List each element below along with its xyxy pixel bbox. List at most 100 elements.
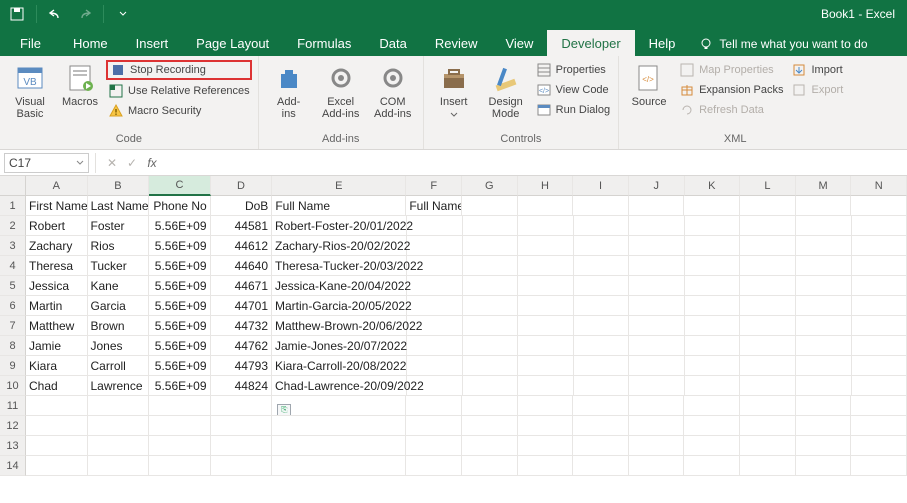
- cell[interactable]: [740, 376, 796, 396]
- cell[interactable]: [685, 336, 741, 356]
- cell[interactable]: 5.56E+09: [149, 256, 211, 276]
- redo-icon[interactable]: [73, 3, 95, 25]
- cell[interactable]: [685, 376, 741, 396]
- cell[interactable]: 5.56E+09: [149, 276, 211, 296]
- cell[interactable]: [407, 216, 463, 236]
- undo-icon[interactable]: [45, 3, 67, 25]
- cell[interactable]: [462, 196, 518, 216]
- row-header[interactable]: 13: [0, 436, 26, 456]
- cell[interactable]: 44640: [211, 256, 273, 276]
- tab-review[interactable]: Review: [421, 30, 492, 56]
- cell[interactable]: [796, 276, 852, 296]
- cell[interactable]: [629, 456, 685, 476]
- worksheet-grid[interactable]: 1234567891011121314 ABCDEFGHIJKLMN First…: [0, 176, 907, 476]
- cell[interactable]: Kiara: [26, 356, 88, 376]
- cell[interactable]: [629, 276, 685, 296]
- cell[interactable]: Jamie-Jones-20/07/2022: [272, 336, 407, 356]
- cell[interactable]: [796, 296, 852, 316]
- cell[interactable]: [518, 296, 574, 316]
- cell[interactable]: Theresa-Tucker-20/03/2022: [272, 256, 407, 276]
- cell[interactable]: [407, 316, 463, 336]
- cell[interactable]: [685, 356, 741, 376]
- cell[interactable]: [740, 236, 796, 256]
- column-header[interactable]: K: [685, 176, 741, 196]
- cell[interactable]: [518, 456, 574, 476]
- row-header[interactable]: 8: [0, 336, 26, 356]
- cell[interactable]: [796, 436, 852, 456]
- column-header[interactable]: J: [629, 176, 685, 196]
- use-relative-refs-button[interactable]: Use Relative References: [106, 82, 252, 100]
- cell[interactable]: [574, 256, 630, 276]
- cell[interactable]: [26, 456, 88, 476]
- tab-data[interactable]: Data: [365, 30, 420, 56]
- cell[interactable]: Carroll: [88, 356, 150, 376]
- cell[interactable]: [629, 396, 685, 416]
- row-header[interactable]: 3: [0, 236, 26, 256]
- com-addins-button[interactable]: COMAdd-ins: [369, 60, 417, 131]
- cell[interactable]: [407, 376, 463, 396]
- cell[interactable]: [518, 376, 574, 396]
- cell[interactable]: [518, 396, 574, 416]
- cell[interactable]: Jessica: [26, 276, 88, 296]
- cell[interactable]: [574, 336, 630, 356]
- cell[interactable]: [685, 216, 741, 236]
- row-header[interactable]: 4: [0, 256, 26, 276]
- cell[interactable]: [518, 276, 574, 296]
- cell[interactable]: [518, 196, 574, 216]
- cell[interactable]: 44824: [211, 376, 273, 396]
- cell[interactable]: 5.56E+09: [149, 376, 211, 396]
- cell[interactable]: 44793: [211, 356, 273, 376]
- cell[interactable]: [796, 416, 852, 436]
- cell[interactable]: [852, 276, 907, 296]
- cell[interactable]: 5.56E+09: [149, 296, 211, 316]
- cell[interactable]: 44701: [211, 296, 273, 316]
- cell[interactable]: [406, 436, 462, 456]
- cell[interactable]: [407, 356, 463, 376]
- tab-formulas[interactable]: Formulas: [283, 30, 365, 56]
- smart-tag-icon[interactable]: ⎘: [277, 404, 291, 416]
- cell[interactable]: [88, 416, 150, 436]
- cell[interactable]: [796, 336, 852, 356]
- cell[interactable]: [211, 436, 273, 456]
- cell[interactable]: 5.56E+09: [149, 216, 211, 236]
- cell[interactable]: Chad-Lawrence-20/09/2022: [272, 376, 407, 396]
- cell[interactable]: [573, 436, 629, 456]
- cell[interactable]: Jamie: [26, 336, 88, 356]
- cell[interactable]: [518, 356, 574, 376]
- cell[interactable]: [406, 416, 462, 436]
- import-button[interactable]: Import: [789, 61, 845, 79]
- macros-button[interactable]: Macros: [58, 60, 102, 131]
- cell[interactable]: [573, 196, 629, 216]
- cell[interactable]: [685, 236, 741, 256]
- cell[interactable]: [629, 216, 685, 236]
- cell[interactable]: [211, 416, 273, 436]
- cell[interactable]: Tucker: [88, 256, 150, 276]
- cell[interactable]: [740, 296, 796, 316]
- column-header[interactable]: N: [851, 176, 907, 196]
- tab-page-layout[interactable]: Page Layout: [182, 30, 283, 56]
- cell[interactable]: [463, 316, 519, 336]
- cell[interactable]: [740, 416, 796, 436]
- cell[interactable]: [629, 316, 685, 336]
- cell[interactable]: [518, 416, 574, 436]
- cell[interactable]: [462, 456, 518, 476]
- cell[interactable]: [406, 456, 462, 476]
- cell[interactable]: 44671: [211, 276, 273, 296]
- cell[interactable]: [149, 396, 211, 416]
- cell[interactable]: [685, 296, 741, 316]
- cell[interactable]: [851, 396, 907, 416]
- expansion-packs-button[interactable]: Expansion Packs: [677, 81, 785, 99]
- cell[interactable]: [684, 436, 740, 456]
- cell[interactable]: [88, 456, 150, 476]
- cell[interactable]: [740, 396, 796, 416]
- cell[interactable]: [272, 456, 406, 476]
- cell[interactable]: [462, 436, 518, 456]
- cell[interactable]: First Name: [26, 196, 88, 216]
- cell[interactable]: [740, 456, 796, 476]
- cell[interactable]: Matthew: [26, 316, 88, 336]
- cell[interactable]: [573, 396, 629, 416]
- cell[interactable]: [740, 436, 796, 456]
- cell[interactable]: [88, 396, 150, 416]
- cell[interactable]: [518, 236, 574, 256]
- cell[interactable]: Foster: [88, 216, 150, 236]
